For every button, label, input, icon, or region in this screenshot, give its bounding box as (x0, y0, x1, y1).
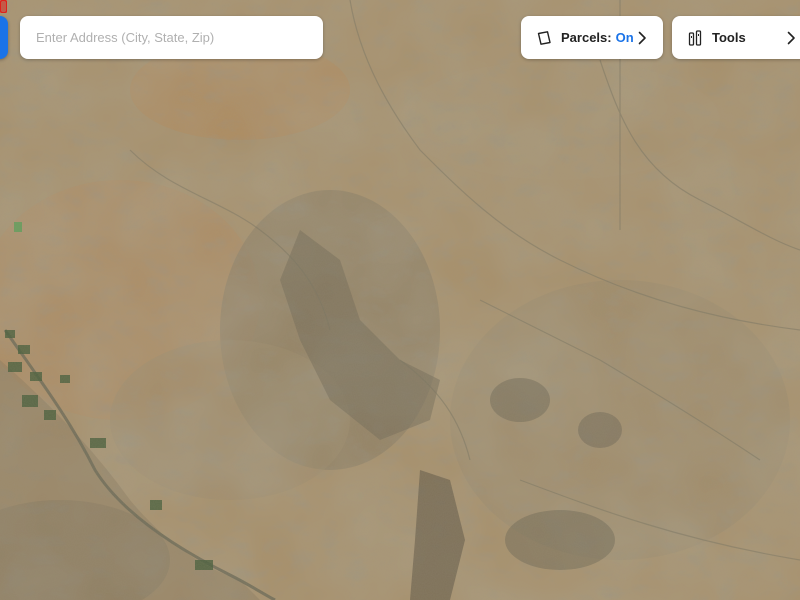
tools-button[interactable]: Tools (672, 16, 800, 59)
parcels-toggle-button[interactable]: Parcels: On (521, 16, 663, 59)
tools-label: Tools (712, 30, 746, 45)
map-terrain (0, 0, 800, 600)
parcel-marker[interactable] (0, 0, 7, 13)
address-search-input[interactable] (20, 16, 323, 59)
chevron-right-icon (635, 31, 649, 45)
satellite-map[interactable] (0, 0, 800, 600)
parcels-status-value: On (615, 30, 634, 45)
parcel-polygon-icon (535, 29, 553, 47)
chevron-right-icon (784, 31, 798, 45)
parcels-label: Parcels: (561, 30, 612, 45)
ruler-tools-icon (686, 29, 704, 47)
side-panel-toggle-button[interactable] (0, 16, 8, 59)
